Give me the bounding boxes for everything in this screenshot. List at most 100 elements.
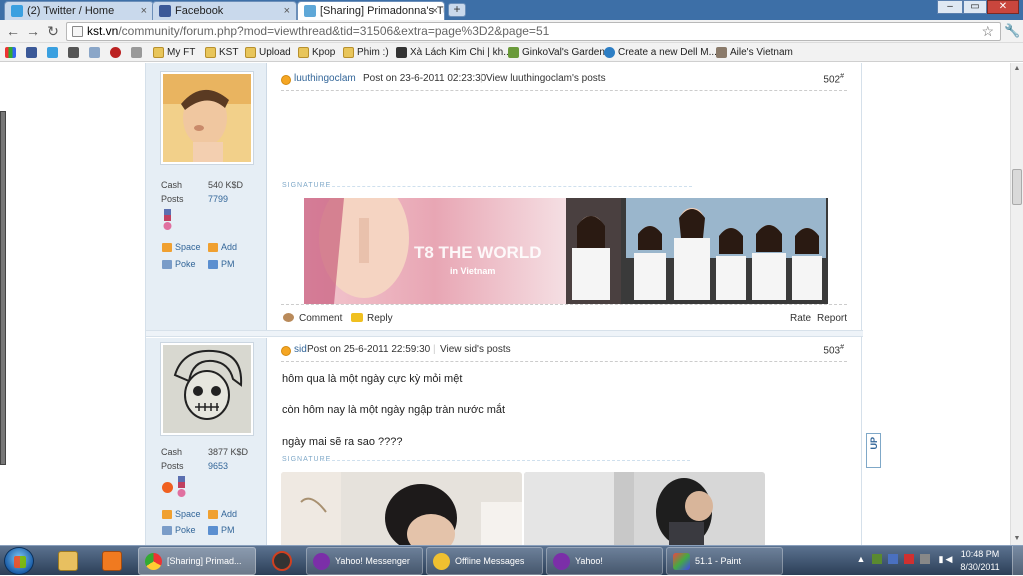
- post-number[interactable]: 502#: [823, 73, 844, 85]
- scrollbar-thumb[interactable]: [1012, 169, 1022, 205]
- avatar[interactable]: [160, 71, 254, 165]
- post-separator: [146, 330, 863, 337]
- bookmark-folder-kpop[interactable]: Kpop: [298, 45, 335, 60]
- add-label: Add: [221, 242, 238, 252]
- show-hidden-icons[interactable]: ▲: [856, 554, 866, 564]
- side-panel-handle[interactable]: [0, 111, 6, 465]
- bookmark-v-icon[interactable]: [110, 45, 124, 60]
- space-link[interactable]: Space: [162, 509, 201, 519]
- posts-label: Posts: [161, 461, 184, 471]
- badge-icon[interactable]: [162, 482, 173, 493]
- mail-icon: [208, 260, 218, 269]
- photo-icon: [716, 47, 727, 58]
- space-label: Space: [175, 242, 201, 252]
- reload-button[interactable]: ↻: [45, 24, 61, 40]
- tab-twitter[interactable]: (2) Twitter / Home ×: [4, 1, 154, 20]
- wrench-menu-icon[interactable]: 🔧: [1004, 23, 1020, 39]
- task-yahoo[interactable]: Yahoo!: [546, 547, 663, 575]
- poke-link[interactable]: Poke: [162, 259, 196, 269]
- bookmark-facebook-icon[interactable]: [26, 45, 40, 60]
- comment-button[interactable]: Comment: [283, 313, 342, 324]
- avatar[interactable]: [160, 342, 254, 436]
- bookmark-folder-my-ft[interactable]: My FT: [153, 45, 195, 60]
- view-author-posts-link[interactable]: View luuthingoclam's posts: [486, 73, 606, 84]
- bookmark-apps-icon[interactable]: [5, 45, 19, 60]
- cash-label: Cash: [161, 447, 183, 457]
- cash-stat: Cash 540 K$D: [161, 180, 243, 190]
- pinned-explorer[interactable]: [48, 548, 88, 574]
- bookmark-folder-kst[interactable]: KST: [205, 45, 238, 60]
- tray-network-app-icon[interactable]: [888, 554, 898, 564]
- scroll-up-button[interactable]: UP: [866, 433, 881, 468]
- report-link[interactable]: Report: [817, 313, 847, 324]
- bookmark-pencil-icon[interactable]: [68, 45, 82, 60]
- pm-link[interactable]: PM: [208, 259, 235, 269]
- show-desktop-button[interactable]: [1012, 546, 1023, 576]
- task-paint[interactable]: 51.1 - Paint: [666, 547, 783, 575]
- close-window-button[interactable]: ✕: [987, 0, 1019, 14]
- tray-security-icon[interactable]: [904, 554, 914, 564]
- poke-link[interactable]: Poke: [162, 525, 196, 535]
- close-tab-icon[interactable]: ×: [284, 2, 290, 20]
- scroll-down-arrow-icon[interactable]: ▼: [1011, 533, 1023, 545]
- post-author-link[interactable]: luuthingoclam: [294, 73, 356, 84]
- task-label: Offline Messages: [455, 556, 525, 566]
- chrome-icon: [145, 553, 162, 570]
- post-number[interactable]: 503#: [823, 344, 844, 356]
- bookmark-star-icon[interactable]: ☆: [981, 23, 994, 40]
- bookmark-photo-icon[interactable]: [89, 45, 103, 60]
- pinned-media[interactable]: [262, 548, 302, 574]
- add-friend-link[interactable]: Add: [208, 509, 237, 519]
- address-bar[interactable]: kst.vn/community/forum.php?mod=viewthrea…: [66, 22, 1001, 41]
- view-author-posts-link[interactable]: View sid's posts: [440, 344, 511, 355]
- volume-icon[interactable]: ◀: [944, 554, 954, 564]
- back-button[interactable]: ←: [5, 24, 21, 40]
- bookmark-folder-phim[interactable]: Phim :): [343, 45, 389, 60]
- tray-app-icon[interactable]: [872, 554, 882, 564]
- page-scrollbar[interactable]: ▲ ▼: [1010, 63, 1023, 545]
- bookmark-misc-icon[interactable]: [131, 45, 145, 60]
- bookmark-aile-vietnam[interactable]: Aile's Vietnam: [716, 45, 793, 60]
- post-503-userinfo: Cash 3877 K$D Posts 9653 Space Add Poke …: [146, 338, 267, 545]
- pinned-app[interactable]: [92, 548, 132, 574]
- task-chrome[interactable]: [Sharing] Primad...: [138, 547, 256, 575]
- pm-link[interactable]: PM: [208, 525, 235, 535]
- minimize-button[interactable]: –: [937, 0, 963, 14]
- post-author-link[interactable]: sid: [294, 344, 307, 355]
- forward-button[interactable]: →: [25, 24, 41, 40]
- post-text-line: còn hôm nay là một ngày ngập tràn nước m…: [282, 404, 506, 416]
- close-tab-icon[interactable]: ×: [141, 2, 147, 20]
- folder-icon: [205, 47, 216, 58]
- bookmark-xa-lach[interactable]: Xà Lách Kim Chi | kh...: [396, 45, 512, 60]
- kst-icon: [304, 5, 316, 17]
- posts-value[interactable]: 7799: [208, 194, 228, 204]
- rate-link[interactable]: Rate: [790, 313, 811, 324]
- medal-icon[interactable]: [163, 209, 172, 230]
- add-friend-icon: [208, 510, 218, 519]
- add-friend-link[interactable]: Add: [208, 242, 237, 252]
- bookmark-label: GinkoVal's Garden: [522, 47, 605, 58]
- bookmark-twitter-icon[interactable]: [47, 45, 61, 60]
- start-button[interactable]: [4, 547, 34, 575]
- bookmark-label: Upload: [259, 47, 291, 58]
- tab-sharing-primadonna[interactable]: [Sharing] Primadonna's Tu... ×: [297, 1, 445, 20]
- new-tab-button[interactable]: +: [448, 3, 466, 17]
- bookmark-ginkoval[interactable]: GinkoVal's Garden: [508, 45, 605, 60]
- medal-icon[interactable]: [177, 476, 186, 497]
- system-clock[interactable]: 10:48 PM 8/30/2011: [955, 548, 1005, 574]
- post-date: Post on 25-6-2011 22:59:30: [307, 344, 431, 355]
- tab-facebook[interactable]: Facebook ×: [152, 1, 297, 20]
- close-tab-icon[interactable]: ×: [432, 2, 438, 20]
- scroll-up-arrow-icon[interactable]: ▲: [1011, 63, 1023, 75]
- posts-value[interactable]: 9653: [208, 461, 228, 471]
- maximize-button[interactable]: ▭: [963, 0, 987, 14]
- poke-label: Poke: [175, 525, 196, 535]
- task-offline-messages[interactable]: Offline Messages: [426, 547, 543, 575]
- bookmark-dell[interactable]: Create a new Dell M...: [604, 45, 717, 60]
- reply-button[interactable]: Reply: [351, 313, 393, 324]
- post-text-line: ngày mai sẽ ra sao ????: [282, 436, 403, 448]
- space-link[interactable]: Space: [162, 242, 201, 252]
- task-yahoo-messenger[interactable]: Yahoo! Messenger: [306, 547, 423, 575]
- bookmark-folder-upload[interactable]: Upload: [245, 45, 291, 60]
- tray-icon[interactable]: [920, 554, 930, 564]
